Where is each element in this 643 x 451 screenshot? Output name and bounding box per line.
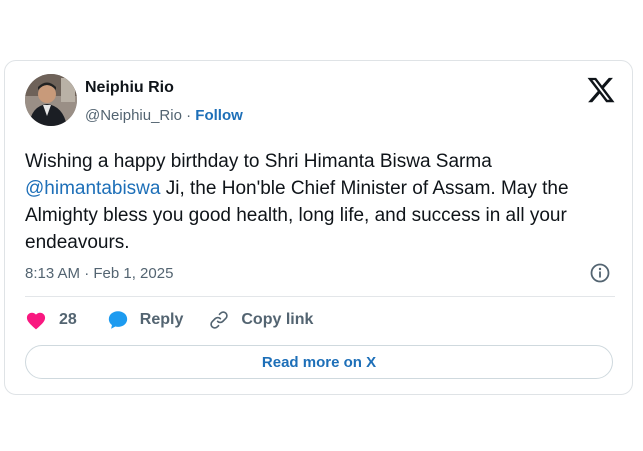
tweet-text: Wishing a happy birthday to Shri Himanta…	[25, 148, 615, 256]
speech-bubble-icon	[107, 309, 129, 331]
reply-button[interactable]: Reply	[107, 309, 184, 331]
tweet-timestamp[interactable]: 8:13 AM · Feb 1, 2025	[25, 265, 173, 282]
separator-dot: ·	[186, 107, 192, 124]
author-handle[interactable]: @Neiphiu_Rio	[85, 107, 182, 124]
x-logo-icon[interactable]	[586, 75, 616, 105]
reply-label: Reply	[139, 311, 184, 328]
avatar-image	[25, 74, 77, 126]
author-name[interactable]: Neiphiu Rio	[85, 79, 174, 97]
info-icon[interactable]	[589, 262, 611, 284]
action-bar: 28 Reply Copy link	[25, 307, 313, 333]
follow-link[interactable]: Follow	[195, 107, 243, 124]
copy-link-button[interactable]: Copy link	[208, 309, 313, 331]
tweet-text-part1: Wishing a happy birthday to Shri Himanta…	[25, 151, 492, 172]
heart-icon	[25, 310, 47, 330]
divider	[25, 296, 615, 297]
copy-link-label: Copy link	[241, 311, 314, 328]
read-more-button[interactable]: Read more on X	[25, 345, 613, 379]
tweet-card: Neiphiu Rio @Neiphiu_Rio · Follow Wishin…	[4, 60, 633, 395]
avatar[interactable]	[25, 74, 77, 126]
mention-link[interactable]: @himantabiswa	[25, 178, 160, 199]
author-handle-line: @Neiphiu_Rio · Follow	[85, 107, 243, 124]
like-button[interactable]: 28	[25, 310, 77, 330]
link-icon	[208, 309, 230, 331]
like-count: 28	[59, 311, 77, 328]
